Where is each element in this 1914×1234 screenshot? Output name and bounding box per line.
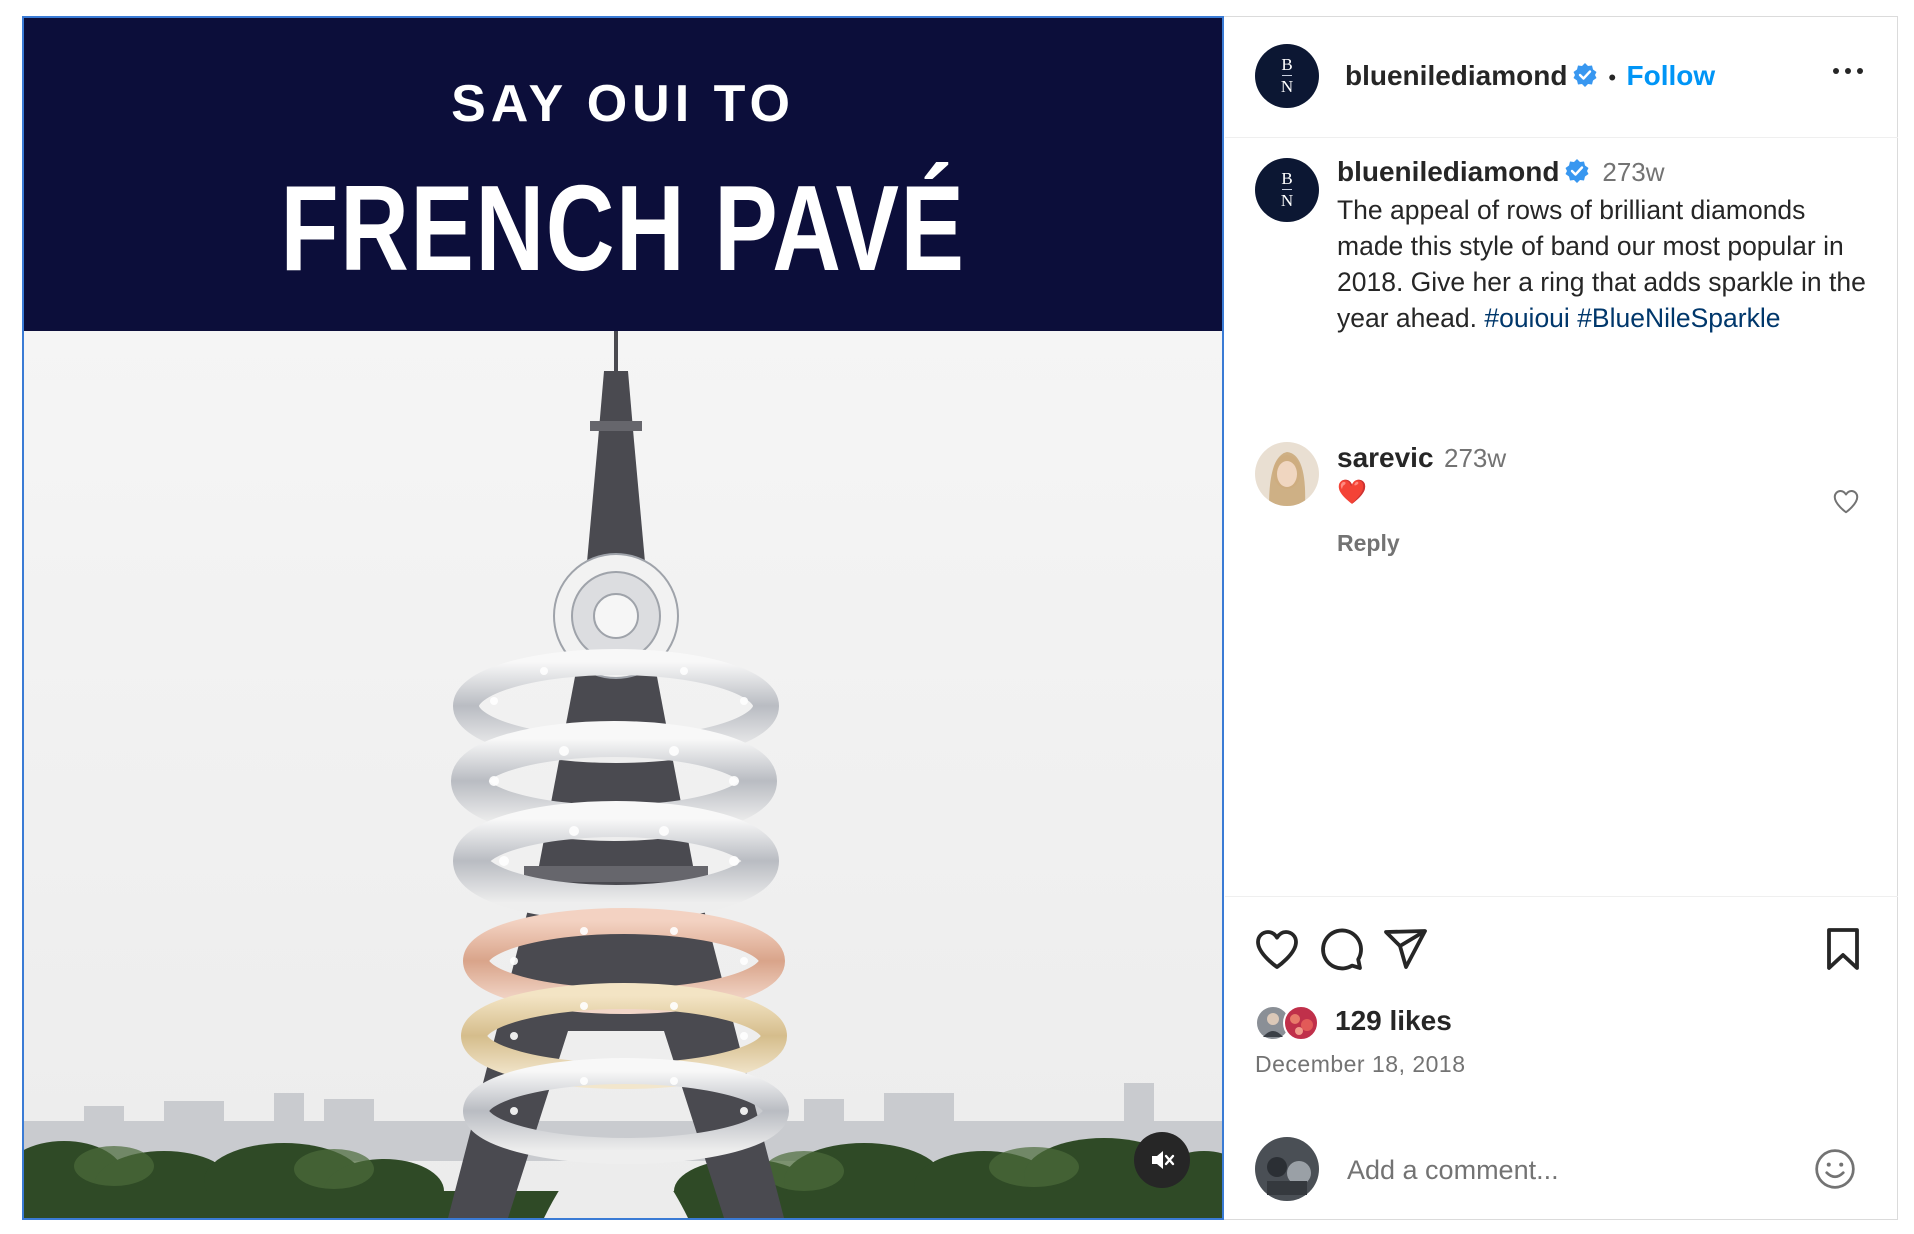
avatar-letter-b: B <box>1281 55 1293 74</box>
avatar-letter-b: B <box>1281 169 1293 188</box>
post-header: B N bluenilediamond • Follow <box>1225 16 1898 138</box>
commenter-username[interactable]: sarevic <box>1337 442 1434 473</box>
commenter-avatar[interactable] <box>1255 442 1319 506</box>
emoji-icon[interactable] <box>1813 1147 1857 1191</box>
add-comment-input[interactable] <box>1345 1147 1769 1193</box>
caption-time[interactable]: 273w <box>1602 157 1664 187</box>
mute-icon <box>1152 1151 1175 1169</box>
comment-icon[interactable] <box>1317 925 1365 973</box>
header-username[interactable]: bluenilediamond <box>1345 60 1567 91</box>
avatar-letter-n: N <box>1280 77 1294 96</box>
banner-line-1: SAY OUI TO <box>451 75 795 133</box>
eiffel-tower-rings-image <box>24 331 1222 1218</box>
caption-avatar[interactable]: B N <box>1255 158 1319 222</box>
more-options-icon[interactable] <box>1828 56 1868 86</box>
follow-button[interactable]: Follow <box>1627 60 1716 91</box>
comment-time[interactable]: 273w <box>1444 443 1506 473</box>
post-side-panel: B N bluenilediamond • Follow B N bluenil… <box>1225 16 1898 1220</box>
caption-username[interactable]: bluenilediamond <box>1337 156 1559 187</box>
likes-count[interactable]: 129 likes <box>1335 1005 1452 1037</box>
banner-line-2: FRENCH PAVÉ <box>280 160 966 296</box>
author-avatar[interactable]: B N <box>1255 44 1319 108</box>
verified-icon <box>1565 159 1589 183</box>
share-icon[interactable] <box>1381 925 1429 973</box>
avatar-letter-n: N <box>1280 191 1294 210</box>
post-media[interactable]: SAY OUI TO FRENCH PAVÉ <box>22 16 1224 1220</box>
heart-icon[interactable] <box>1253 925 1301 973</box>
reply-button[interactable]: Reply <box>1337 530 1400 557</box>
hashtag-ouioui[interactable]: #ouioui <box>1484 303 1569 333</box>
post-date[interactable]: December 18, 2018 <box>1255 1051 1466 1078</box>
media-banner: SAY OUI TO FRENCH PAVÉ <box>24 18 1222 331</box>
post-actions-section: 129 likes December 18, 2018 <box>1225 896 1898 1221</box>
current-user-avatar <box>1255 1137 1319 1201</box>
header-separator: • <box>1608 65 1617 90</box>
verified-icon <box>1573 63 1597 87</box>
hashtag-bluenilesparkle[interactable]: #BlueNileSparkle <box>1577 303 1780 333</box>
liker-avatars[interactable] <box>1255 1003 1327 1043</box>
comment-like-heart-icon[interactable] <box>1831 486 1861 516</box>
comment-text: ❤️ <box>1337 479 1367 506</box>
comment-item: sarevic 273w ❤️ Reply <box>1225 436 1898 566</box>
add-comment-bar <box>1255 1137 1875 1207</box>
bookmark-icon[interactable] <box>1819 925 1867 973</box>
caption-text: The appeal of rows of brilliant diamonds… <box>1337 192 1877 336</box>
mute-button[interactable] <box>1134 1132 1190 1188</box>
